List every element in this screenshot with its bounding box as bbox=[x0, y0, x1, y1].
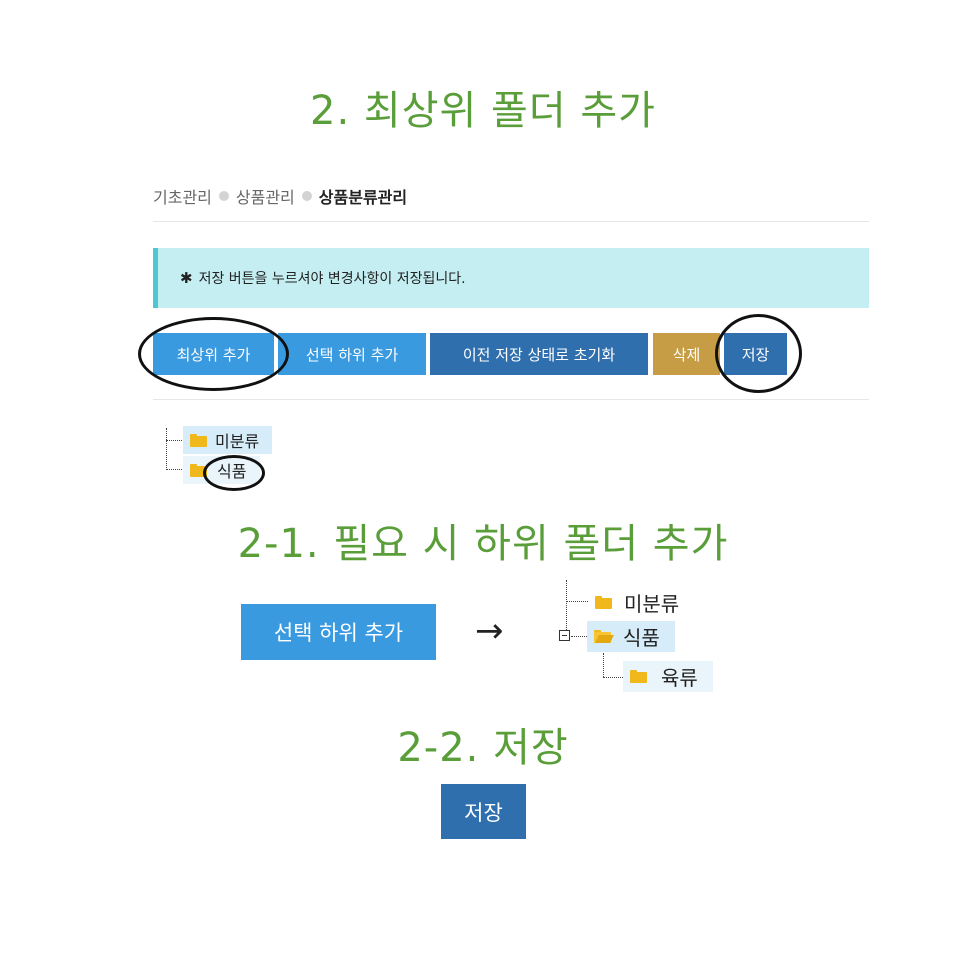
tree-connector bbox=[566, 601, 588, 602]
tree-connector bbox=[603, 653, 604, 677]
tree-node-label: 육류 bbox=[661, 666, 698, 690]
breadcrumb-item[interactable]: 상품관리 bbox=[236, 184, 295, 208]
tree-node-label: 식품 bbox=[623, 626, 660, 650]
breadcrumb: 기초관리 상품관리 상품분류관리 bbox=[153, 184, 407, 208]
collapse-toggle-icon[interactable] bbox=[559, 630, 570, 641]
divider bbox=[153, 399, 869, 400]
breadcrumb-separator-icon bbox=[301, 191, 312, 201]
save-button[interactable]: 저장 bbox=[724, 333, 787, 375]
sub-heading-save: 2-2. 저장 bbox=[397, 725, 569, 771]
open-folder-icon bbox=[594, 630, 614, 643]
tree-node-uncategorized[interactable]: 미분류 bbox=[183, 426, 272, 454]
folder-icon bbox=[190, 463, 207, 477]
save-example-button[interactable]: 저장 bbox=[441, 784, 526, 839]
tree-connector bbox=[571, 636, 587, 637]
tree-connector bbox=[166, 428, 167, 470]
folder-icon bbox=[595, 595, 612, 609]
add-child-example-button[interactable]: 선택 하위 추가 bbox=[241, 604, 436, 660]
delete-button[interactable]: 삭제 bbox=[653, 333, 720, 375]
tree-connector bbox=[166, 469, 182, 470]
folder-icon bbox=[630, 670, 647, 683]
alert-text: 저장 버튼을 누르셔야 변경사항이 저장됩니다. bbox=[198, 271, 466, 287]
tree-connector bbox=[603, 677, 623, 678]
tree-connector bbox=[166, 440, 182, 441]
sub-heading-add-child: 2-1. 필요 시 하위 폴더 추가 bbox=[237, 521, 729, 567]
add-top-level-button[interactable]: 최상위 추가 bbox=[153, 333, 274, 375]
tree-node-label: 미분류 bbox=[215, 432, 260, 451]
info-alert: ✱ 저장 버튼을 누르셔야 변경사항이 저장됩니다. bbox=[153, 248, 869, 308]
tree-node-food-expanded[interactable]: 식품 bbox=[587, 621, 675, 652]
tree-node-meat[interactable]: 육류 bbox=[623, 661, 713, 692]
tree-node-label: 식품 bbox=[217, 462, 247, 481]
divider bbox=[153, 221, 869, 222]
breadcrumb-separator-icon bbox=[218, 191, 229, 201]
tree-node-food[interactable]: 식품 bbox=[183, 456, 260, 484]
breadcrumb-item[interactable]: 기초관리 bbox=[153, 184, 212, 208]
asterisk-icon: ✱ bbox=[180, 269, 193, 287]
tree-node-label: 미분류 bbox=[624, 591, 680, 616]
add-child-button[interactable]: 선택 하위 추가 bbox=[278, 333, 426, 375]
tree-node-uncategorized[interactable]: 미분류 bbox=[588, 588, 698, 616]
reset-button[interactable]: 이전 저장 상태로 초기화 bbox=[430, 333, 648, 375]
breadcrumb-current: 상품분류관리 bbox=[318, 188, 408, 207]
folder-icon bbox=[190, 433, 207, 447]
main-heading: 2. 최상위 폴더 추가 bbox=[310, 88, 656, 134]
tree-connector bbox=[566, 580, 567, 630]
right-arrow-icon: → bbox=[475, 611, 504, 651]
